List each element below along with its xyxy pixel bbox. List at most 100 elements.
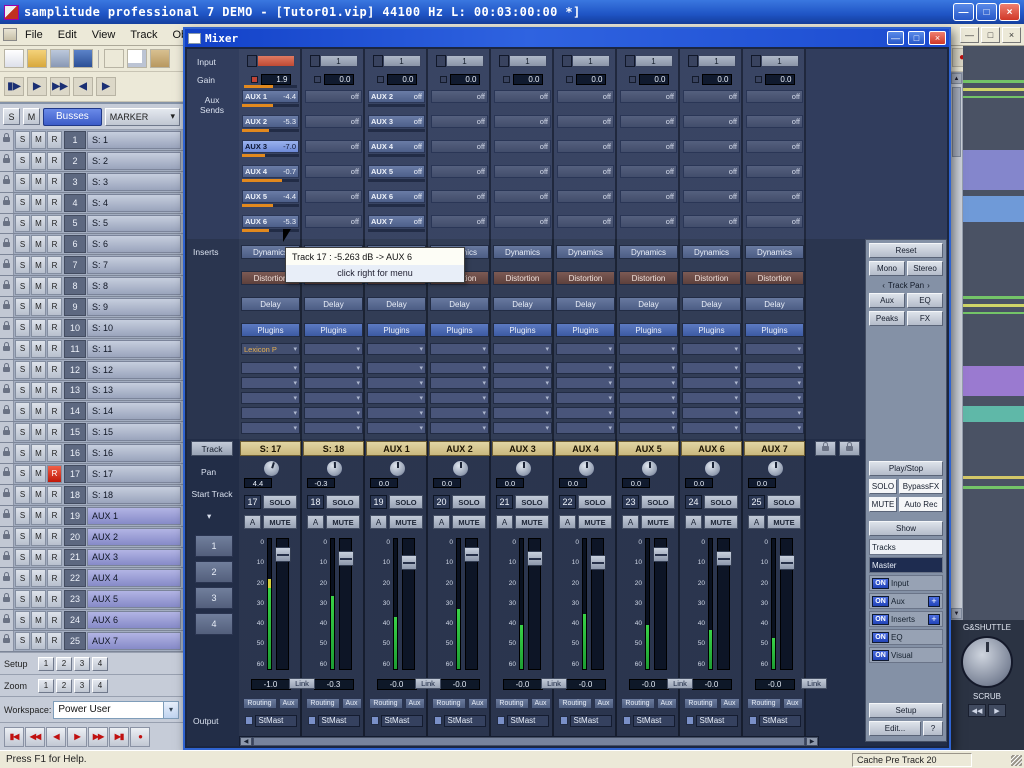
- fader-handle[interactable]: [527, 551, 543, 566]
- aux-send[interactable]: off: [680, 114, 743, 135]
- aux-send[interactable]: off: [428, 164, 491, 185]
- lock-icon[interactable]: [0, 610, 14, 630]
- show-item-inserts[interactable]: ONInserts+: [869, 611, 943, 627]
- track-record-button[interactable]: R: [47, 611, 62, 629]
- insert-distortion-button[interactable]: Distortion: [556, 271, 615, 285]
- track-record-button[interactable]: R: [47, 298, 62, 316]
- track-name[interactable]: AUX 5: [87, 590, 181, 608]
- fader-value[interactable]: -0.0: [629, 679, 669, 690]
- child-minimize-button[interactable]: —: [960, 27, 979, 43]
- chevron-down-icon[interactable]: ▾: [356, 379, 360, 387]
- output-selector[interactable]: StMast: [428, 713, 491, 728]
- track-record-button[interactable]: R: [47, 152, 62, 170]
- chevron-down-icon[interactable]: ▾: [797, 379, 801, 387]
- plugin-slot[interactable]: ▾: [619, 422, 678, 434]
- shuttle-knob[interactable]: [961, 636, 1013, 688]
- pan-knob[interactable]: 0.0: [491, 459, 554, 489]
- plugin-slot[interactable]: ▾: [241, 392, 300, 404]
- track-record-button[interactable]: R: [47, 382, 62, 400]
- aux-send[interactable]: off: [554, 139, 617, 160]
- plugin-slot[interactable]: Lexicon P▾: [241, 343, 300, 355]
- play-stop-button[interactable]: Play/Stop: [869, 461, 943, 476]
- bypass-fx-button[interactable]: BypassFX: [899, 479, 943, 494]
- track-name[interactable]: AUX 3: [87, 549, 181, 567]
- chevron-down-icon[interactable]: ▾: [734, 409, 738, 417]
- track-name[interactable]: AUX 4: [87, 569, 181, 587]
- fader-value[interactable]: -0.3: [314, 679, 354, 690]
- chevron-down-icon[interactable]: ▾: [482, 424, 486, 432]
- plugin-slot[interactable]: ▾: [304, 422, 363, 434]
- aux-view-button[interactable]: Aux: [869, 293, 905, 308]
- insert-delay-button[interactable]: Delay: [367, 297, 426, 311]
- track-mute-button[interactable]: M: [31, 465, 46, 483]
- insert-dynamics-button[interactable]: Dynamics: [556, 245, 615, 259]
- track-record-button[interactable]: R: [47, 215, 62, 233]
- track-name[interactable]: S: 5: [87, 215, 181, 233]
- insert-distortion-button[interactable]: Distortion: [682, 271, 741, 285]
- chevron-down-icon[interactable]: ▾: [671, 394, 675, 402]
- track-name[interactable]: S: 18: [87, 486, 181, 504]
- lock-icon[interactable]: [0, 548, 14, 568]
- menu-edit[interactable]: Edit: [51, 27, 84, 43]
- track-solo-button[interactable]: S: [15, 590, 30, 608]
- track-mute-button[interactable]: M: [31, 611, 46, 629]
- pan-knob[interactable]: 0.0: [428, 459, 491, 489]
- chevron-down-icon[interactable]: ▾: [482, 409, 486, 417]
- chevron-down-icon[interactable]: ▾: [608, 424, 612, 432]
- track-record-button[interactable]: R: [47, 423, 62, 441]
- aux-send[interactable]: off: [302, 114, 365, 135]
- fader-value[interactable]: -0.0: [692, 679, 732, 690]
- track-mute-button[interactable]: M: [31, 632, 46, 650]
- track-record-button[interactable]: R: [47, 632, 62, 650]
- lock-icon[interactable]: [0, 443, 14, 463]
- track-mute-button[interactable]: M: [31, 486, 46, 504]
- track-name[interactable]: S: 2: [87, 152, 181, 170]
- automation-button[interactable]: A: [685, 515, 702, 529]
- insert-plugins-button[interactable]: Plugins: [493, 323, 552, 337]
- record-button[interactable]: ●: [130, 727, 150, 747]
- mute-button[interactable]: MUTE: [515, 515, 549, 529]
- plugin-slot[interactable]: ▾: [745, 343, 804, 355]
- output-selector[interactable]: StMast: [554, 713, 617, 728]
- scroll-down-icon[interactable]: ▼: [951, 608, 962, 619]
- plugin-slot[interactable]: ▾: [367, 422, 426, 434]
- plugin-slot[interactable]: ▾: [493, 343, 552, 355]
- track-record-button[interactable]: R: [47, 131, 62, 149]
- fader-handle[interactable]: [716, 551, 732, 566]
- insert-delay-button[interactable]: Delay: [493, 297, 552, 311]
- plugin-slot[interactable]: ▾: [430, 392, 489, 404]
- aux-send[interactable]: AUX 3-7.0: [239, 139, 302, 160]
- export-icon[interactable]: [50, 49, 70, 68]
- track-mute-button[interactable]: M: [31, 549, 46, 567]
- insert-delay-button[interactable]: Delay: [619, 297, 678, 311]
- aux-send[interactable]: AUX 5-4.4: [239, 189, 302, 210]
- track-record-button[interactable]: R: [47, 402, 62, 420]
- chevron-down-icon[interactable]: ▾: [797, 394, 801, 402]
- track-solo-button[interactable]: S: [15, 340, 30, 358]
- track-solo-button[interactable]: S: [15, 423, 30, 441]
- step-back-button[interactable]: ◀: [46, 727, 66, 747]
- show-item-tracks[interactable]: Tracks: [869, 539, 943, 555]
- mute-button[interactable]: MUTE: [326, 515, 360, 529]
- track-record-button[interactable]: R: [47, 507, 62, 525]
- input-selector[interactable]: 1: [554, 53, 617, 69]
- add-button[interactable]: +: [928, 596, 940, 607]
- lock-icon[interactable]: [0, 151, 14, 171]
- scroll-left-icon[interactable]: ◀: [240, 737, 252, 746]
- aux-send[interactable]: off: [743, 89, 806, 110]
- aux-send[interactable]: off: [491, 139, 554, 160]
- track-mute-button[interactable]: M: [31, 152, 46, 170]
- insert-delay-button[interactable]: Delay: [556, 297, 615, 311]
- chevron-down-icon[interactable]: ▾: [356, 409, 360, 417]
- plugin-slot[interactable]: ▾: [430, 362, 489, 374]
- show-item-visual[interactable]: ONVisual: [869, 647, 943, 663]
- chevron-down-icon[interactable]: ▾: [293, 379, 297, 387]
- track-record-button[interactable]: R: [47, 173, 62, 191]
- zoom-preset-button[interactable]: 3: [74, 679, 90, 693]
- pan-knob[interactable]: 4.4: [239, 459, 302, 489]
- track-name[interactable]: S: 6: [87, 235, 181, 253]
- fader-handle[interactable]: [653, 547, 669, 562]
- track-record-button[interactable]: R: [47, 194, 62, 212]
- plugin-slot[interactable]: ▾: [430, 377, 489, 389]
- gain-field[interactable]: 0.0: [743, 72, 806, 86]
